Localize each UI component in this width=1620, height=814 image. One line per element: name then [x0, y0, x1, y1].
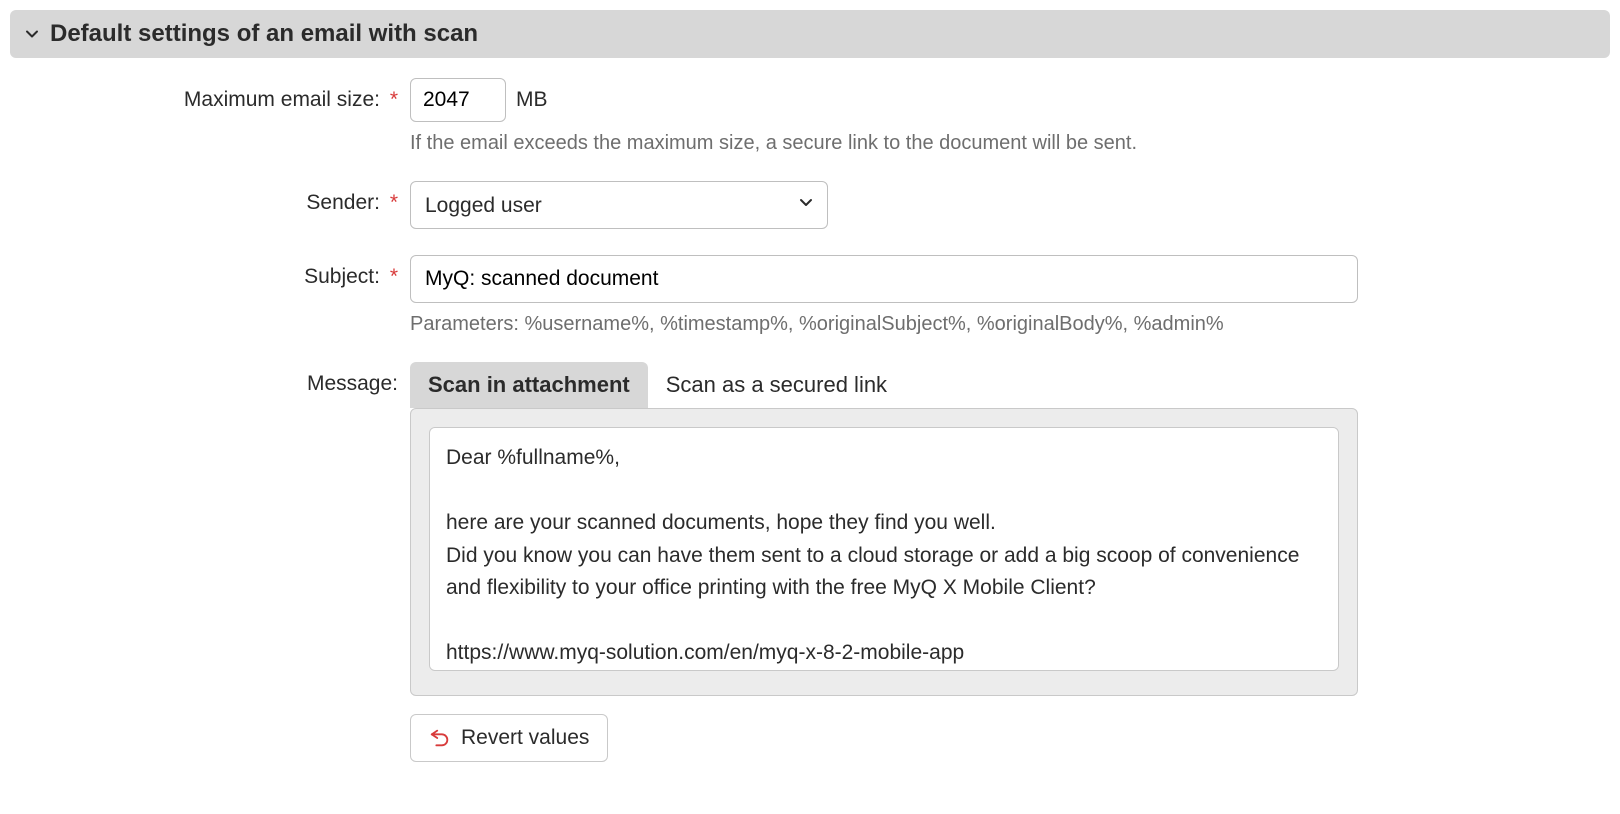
row-message: Message: Scan in attachment Scan as a se…	[20, 362, 1600, 762]
label-text: Message:	[307, 372, 398, 395]
row-max-email-size: Maximum email size: * MB If the email ex…	[20, 78, 1600, 173]
form-body: Maximum email size: * MB If the email ex…	[10, 58, 1610, 762]
label-text: Maximum email size:	[184, 88, 380, 111]
label-max-email-size: Maximum email size: *	[20, 78, 410, 112]
max-email-size-input[interactable]	[410, 78, 506, 122]
sender-select[interactable]: Logged user	[410, 181, 828, 229]
label-sender: Sender: *	[20, 181, 410, 215]
label-message: Message:	[20, 362, 410, 396]
section-header[interactable]: Default settings of an email with scan	[10, 10, 1610, 58]
subject-hint: Parameters: %username%, %timestamp%, %or…	[410, 313, 1600, 336]
unit-label: MB	[516, 88, 548, 112]
revert-label: Revert values	[461, 726, 589, 750]
subject-input[interactable]	[410, 255, 1358, 303]
required-mark: *	[390, 88, 398, 111]
message-panel	[410, 408, 1358, 696]
undo-icon	[429, 727, 451, 749]
revert-values-button[interactable]: Revert values	[410, 714, 608, 762]
label-subject: Subject: *	[20, 255, 410, 289]
message-textarea[interactable]	[429, 427, 1339, 671]
chevron-down-icon	[24, 26, 40, 42]
required-mark: *	[390, 265, 398, 288]
tab-scan-attachment[interactable]: Scan in attachment	[410, 362, 648, 408]
section-title: Default settings of an email with scan	[50, 20, 478, 48]
max-email-size-hint: If the email exceeds the maximum size, a…	[410, 132, 1600, 155]
row-subject: Subject: * Parameters: %username%, %time…	[20, 255, 1600, 354]
row-sender: Sender: * Logged user	[20, 181, 1600, 247]
tab-scan-secured-link[interactable]: Scan as a secured link	[648, 362, 905, 408]
message-tabs: Scan in attachment Scan as a secured lin…	[410, 362, 1600, 408]
label-text: Sender:	[306, 191, 380, 214]
required-mark: *	[390, 191, 398, 214]
label-text: Subject:	[304, 265, 380, 288]
